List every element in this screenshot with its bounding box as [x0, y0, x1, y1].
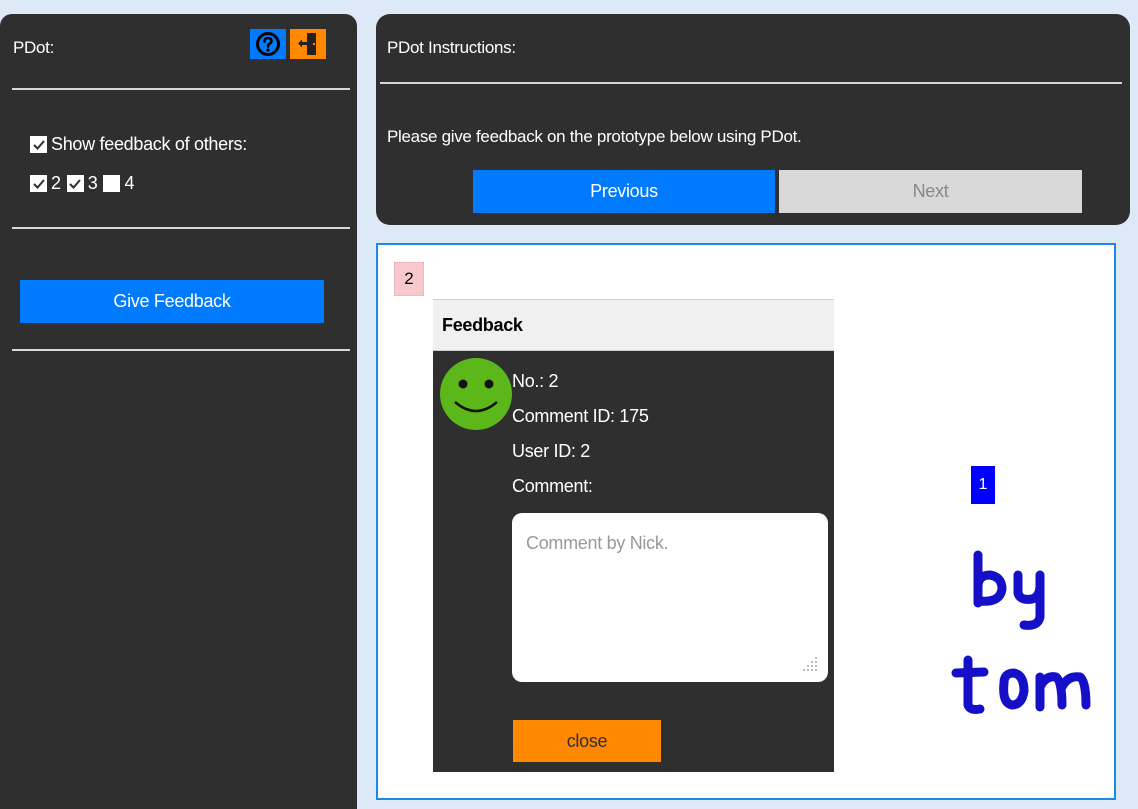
close-button[interactable]: close	[513, 720, 661, 762]
show-feedback-label: Show feedback of others:	[51, 134, 247, 154]
feedback-number: No.: 2	[512, 371, 559, 391]
checkmark-icon	[69, 178, 81, 189]
comment-textarea[interactable]: Comment by Nick.	[512, 513, 828, 682]
checkmark-icon	[32, 178, 45, 189]
filter-label-3: 3	[87, 173, 98, 193]
help-button[interactable]	[250, 29, 286, 59]
filter-checkbox-3[interactable]	[66, 175, 84, 192]
comment-text: Comment by Nick.	[526, 533, 669, 553]
feedback-marker-1[interactable]: 1	[971, 466, 995, 504]
resize-handle-icon[interactable]	[802, 656, 818, 672]
next-button[interactable]: Next	[779, 170, 1082, 213]
feedback-marker-2[interactable]: 2	[394, 262, 424, 296]
instructions-text: Please give feedback on the prototype be…	[387, 127, 802, 146]
feedback-header: Feedback	[433, 299, 834, 351]
feedback-comment-label: Comment:	[512, 476, 593, 496]
filter-label-4: 4	[124, 173, 135, 193]
handwritten-drawing	[951, 550, 1091, 714]
instructions-divider	[380, 82, 1122, 84]
exit-door-icon	[298, 33, 316, 55]
sidebar-title: PDot:	[13, 38, 55, 57]
give-feedback-button[interactable]: Give Feedback	[20, 280, 324, 323]
filter-checkbox-2[interactable]	[30, 175, 47, 192]
sidebar-divider	[12, 88, 350, 90]
instructions-panel: PDot Instructions: Please give feedback …	[376, 14, 1130, 225]
exit-button[interactable]	[290, 29, 326, 59]
show-feedback-checkbox[interactable]	[30, 136, 47, 153]
show-feedback-toggle-row: Show feedback of others:	[30, 134, 247, 155]
feedback-popup: Feedback No.: 2 Comment ID: 175 User ID:…	[433, 299, 834, 772]
prototype-canvas[interactable]: 2 Feedback No.: 2 Comment ID: 175 User I…	[376, 243, 1116, 800]
filter-checkbox-4[interactable]	[103, 175, 121, 192]
smiley-icon	[440, 358, 512, 430]
sidebar-divider	[12, 227, 350, 229]
instructions-title: PDot Instructions:	[387, 38, 516, 57]
checkmark-icon	[32, 139, 45, 150]
feedback-details: No.: 2 Comment ID: 175 User ID: 2 Commen…	[512, 364, 649, 504]
sidebar-panel: PDot: Show feedback of others: 2 3 4 Giv…	[0, 14, 357, 809]
feedback-comment-id: Comment ID: 175	[512, 406, 649, 426]
help-icon	[256, 32, 280, 56]
previous-button[interactable]: Previous	[473, 170, 775, 213]
filter-label-2: 2	[51, 173, 61, 193]
sidebar-divider	[12, 349, 350, 351]
feedback-user-id: User ID: 2	[512, 441, 591, 461]
feedback-filter-row: 2 3 4	[30, 173, 134, 194]
